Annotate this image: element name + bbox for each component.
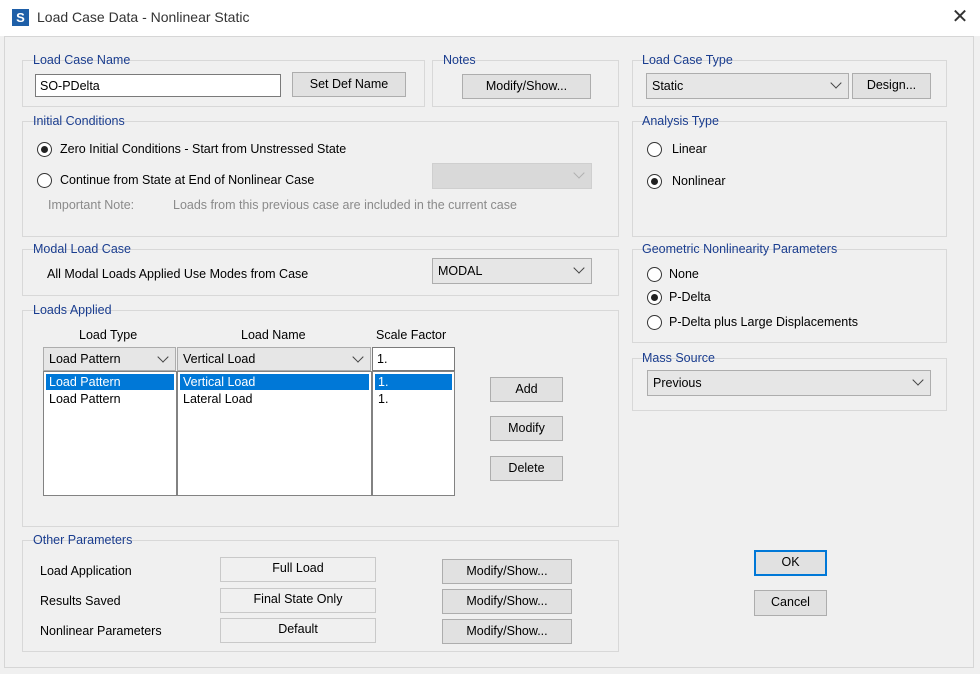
load-type-select[interactable]: Load Pattern xyxy=(43,347,176,371)
pdelta-large-radio[interactable] xyxy=(647,315,662,330)
continue-from-state-radio[interactable] xyxy=(37,173,52,188)
pdelta-large-label: P-Delta plus Large Displacements xyxy=(669,315,858,329)
nonlinear-parameters-label: Nonlinear Parameters xyxy=(40,624,162,638)
load-case-type-select[interactable]: Static xyxy=(646,73,849,99)
chevron-down-icon xyxy=(912,374,924,386)
nonlinear-parameters-value: Default xyxy=(220,618,376,643)
title-bar: S Load Case Data - Nonlinear Static ✕ xyxy=(0,0,980,36)
load-type-value: Load Pattern xyxy=(49,352,121,366)
chevron-down-icon xyxy=(157,351,169,363)
results-saved-label: Results Saved xyxy=(40,594,121,608)
cancel-button[interactable]: Cancel xyxy=(754,590,827,616)
load-case-name-label: Load Case Name xyxy=(33,53,131,67)
list-item[interactable]: 1. xyxy=(375,374,452,390)
mass-source-label: Mass Source xyxy=(642,351,715,365)
load-case-name-input[interactable] xyxy=(35,74,281,97)
scale-factor-header: Scale Factor xyxy=(376,328,447,342)
linear-radio[interactable] xyxy=(647,142,662,157)
chevron-down-icon xyxy=(352,351,364,363)
pdelta-label: P-Delta xyxy=(669,290,711,304)
results-saved-value: Final State Only xyxy=(220,588,376,613)
load-type-header: Load Type xyxy=(79,328,138,342)
close-icon[interactable]: ✕ xyxy=(948,4,972,30)
load-case-type-value: Static xyxy=(652,79,684,93)
initial-conditions-label: Initial Conditions xyxy=(33,114,125,128)
list-item[interactable]: Load Pattern xyxy=(46,374,174,390)
important-note-label: Important Note: xyxy=(48,198,135,212)
list-item[interactable]: 1. xyxy=(375,391,452,407)
geometric-nonlinearity-label: Geometric Nonlinearity Parameters xyxy=(642,242,838,256)
list-item[interactable]: Lateral Load xyxy=(180,391,369,407)
load-name-header: Load Name xyxy=(241,328,306,342)
zero-initial-conditions-label: Zero Initial Conditions - Start from Uns… xyxy=(60,142,347,156)
add-button[interactable]: Add xyxy=(490,377,563,402)
load-type-list[interactable]: Load Pattern Load Pattern xyxy=(43,371,177,496)
modal-case-value: MODAL xyxy=(438,264,483,278)
list-item[interactable]: Vertical Load xyxy=(180,374,369,390)
modal-case-select[interactable]: MODAL xyxy=(432,258,592,284)
load-application-label: Load Application xyxy=(40,564,132,578)
load-case-type-label: Load Case Type xyxy=(642,53,733,67)
chevron-down-icon xyxy=(573,167,585,179)
linear-label: Linear xyxy=(672,142,707,156)
pdelta-radio[interactable] xyxy=(647,290,662,305)
mass-source-select[interactable]: Previous xyxy=(647,370,931,396)
none-label: None xyxy=(669,267,699,281)
chevron-down-icon xyxy=(573,262,585,274)
ok-button[interactable]: OK xyxy=(754,550,827,576)
load-name-list[interactable]: Vertical Load Lateral Load xyxy=(177,371,372,496)
continue-case-select[interactable] xyxy=(432,163,592,189)
load-name-value: Vertical Load xyxy=(183,352,256,366)
scale-factor-input[interactable] xyxy=(372,347,455,371)
app-icon: S xyxy=(12,9,29,26)
chevron-down-icon xyxy=(830,77,842,89)
continue-from-state-label: Continue from State at End of Nonlinear … xyxy=(60,173,315,187)
delete-button[interactable]: Delete xyxy=(490,456,563,481)
other-parameters-label: Other Parameters xyxy=(33,533,133,547)
modal-load-case-text: All Modal Loads Applied Use Modes from C… xyxy=(47,267,309,281)
zero-initial-conditions-radio[interactable] xyxy=(37,142,52,157)
loads-applied-label: Loads Applied xyxy=(33,303,112,317)
results-saved-modify-show-button[interactable]: Modify/Show... xyxy=(442,589,572,614)
load-application-value: Full Load xyxy=(220,557,376,582)
modal-load-case-label: Modal Load Case xyxy=(33,242,131,256)
nonlinear-label: Nonlinear xyxy=(672,174,726,188)
analysis-type-label: Analysis Type xyxy=(642,114,719,128)
modify-button[interactable]: Modify xyxy=(490,416,563,441)
nonlinear-radio[interactable] xyxy=(647,174,662,189)
load-name-select[interactable]: Vertical Load xyxy=(177,347,371,371)
important-note-text: Loads from this previous case are includ… xyxy=(173,198,517,212)
mass-source-value: Previous xyxy=(653,376,702,390)
none-radio[interactable] xyxy=(647,267,662,282)
notes-modify-show-button[interactable]: Modify/Show... xyxy=(462,74,591,99)
scale-factor-list[interactable]: 1. 1. xyxy=(372,371,455,496)
load-application-modify-show-button[interactable]: Modify/Show... xyxy=(442,559,572,584)
notes-label: Notes xyxy=(443,53,476,67)
list-item[interactable]: Load Pattern xyxy=(46,391,174,407)
design-button[interactable]: Design... xyxy=(852,73,931,99)
set-def-name-button[interactable]: Set Def Name xyxy=(292,72,406,97)
window-title: Load Case Data - Nonlinear Static xyxy=(37,9,250,25)
nonlinear-parameters-modify-show-button[interactable]: Modify/Show... xyxy=(442,619,572,644)
